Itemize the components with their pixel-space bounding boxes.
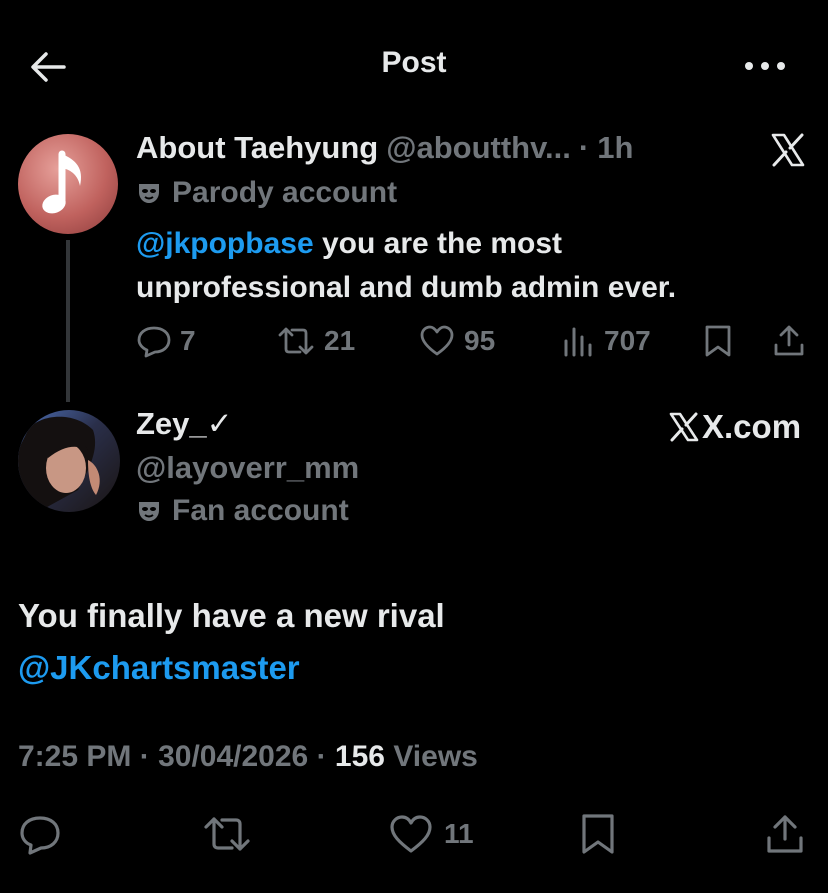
post-time[interactable]: 1h: [597, 130, 633, 166]
author-name[interactable]: About Taehyung: [136, 130, 378, 166]
badge-label: Fan account: [172, 494, 349, 527]
more-options-button[interactable]: [742, 52, 788, 80]
source-text: X.com: [702, 408, 802, 445]
reply-author-handle[interactable]: @layoverr_mm: [136, 450, 359, 486]
bookmark-button[interactable]: [578, 808, 618, 860]
music-note-icon: [42, 150, 82, 214]
repost-count: 21: [324, 325, 356, 356]
heart-icon: [390, 815, 432, 853]
share-button[interactable]: [772, 318, 806, 364]
bar-chart-icon: [564, 327, 592, 357]
reply-icon: [20, 816, 60, 855]
post-metadata: 7:25 PM · 30/04/2026 · 156 Views: [18, 740, 478, 774]
repost-button[interactable]: 21: [276, 318, 355, 364]
main-post-text: You finally have a new rival @JKchartsma…: [18, 590, 808, 694]
parody-badge: Parody account: [136, 176, 397, 210]
post-date[interactable]: 30/04/2026: [158, 740, 308, 773]
source-label: X.com: [668, 406, 801, 448]
main-action-bar: 11: [0, 808, 828, 860]
repost-button[interactable]: [202, 808, 252, 860]
post-text: @jkpopbase you are the most unprofession…: [136, 222, 796, 310]
views-count[interactable]: 156: [335, 740, 385, 773]
reply-count: 7: [180, 325, 196, 356]
mask-icon: [139, 184, 159, 203]
more-horizontal-icon: [745, 62, 785, 70]
reply-author-name[interactable]: Zey_✓: [136, 406, 233, 442]
mask-icon: [139, 502, 159, 521]
avatar[interactable]: [18, 134, 118, 234]
fan-badge: Fan account: [136, 494, 349, 528]
repost-icon: [204, 817, 250, 851]
x-logo-icon: [770, 132, 806, 168]
x-logo-icon: [669, 412, 699, 442]
share-icon: [774, 325, 804, 356]
repost-icon: [278, 327, 314, 355]
reply-icon: [137, 326, 171, 358]
main-post-line1: You finally have a new rival: [18, 597, 445, 634]
like-count: 95: [464, 325, 496, 356]
views-button[interactable]: 707: [562, 318, 651, 364]
heart-icon: [420, 325, 454, 356]
reply-button[interactable]: 7: [136, 318, 196, 364]
badge-label: Parody account: [172, 176, 398, 209]
share-icon: [767, 815, 803, 853]
bookmark-icon: [705, 325, 731, 357]
like-button[interactable]: 95: [418, 318, 495, 364]
separator-dot: ·: [316, 740, 327, 773]
post-text-line2: unprofessional and dumb admin ever.: [136, 271, 677, 304]
author-handle[interactable]: @aboutthv...: [386, 130, 571, 166]
share-button[interactable]: [764, 808, 806, 860]
view-count: 707: [604, 325, 651, 356]
like-button[interactable]: 11: [388, 808, 474, 860]
post-author-row: About Taehyung @aboutthv... · 1h: [136, 130, 633, 170]
page-title: Post: [381, 46, 447, 79]
post-text-line1: you are the most: [313, 227, 563, 260]
separator-dot: ·: [139, 740, 150, 773]
mention-link[interactable]: @jkpopbase: [136, 227, 314, 260]
post-time[interactable]: 7:25 PM: [18, 740, 131, 773]
bookmark-button[interactable]: [702, 318, 734, 364]
top-bar: Post: [0, 0, 828, 130]
thread-connector-line: [66, 240, 70, 402]
avatar[interactable]: [18, 410, 120, 512]
profile-photo: [18, 416, 100, 512]
separator-dot: ·: [578, 130, 590, 165]
like-count: 11: [444, 818, 474, 849]
reply-button[interactable]: [18, 808, 62, 860]
views-label: Views: [393, 740, 478, 773]
post-action-bar: 7 21 95 707: [136, 318, 808, 364]
mention-link[interactable]: @JKchartsmaster: [18, 649, 300, 686]
bookmark-icon: [582, 814, 614, 854]
